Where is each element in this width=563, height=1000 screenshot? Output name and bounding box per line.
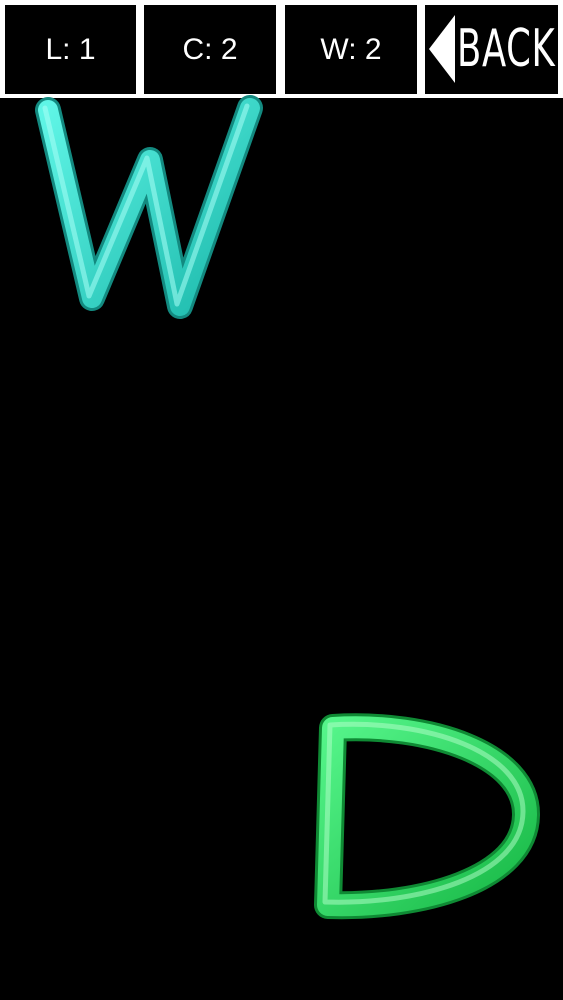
letter-d[interactable] <box>314 713 541 920</box>
letter-w[interactable] <box>35 95 263 319</box>
falling-letters <box>35 95 541 920</box>
